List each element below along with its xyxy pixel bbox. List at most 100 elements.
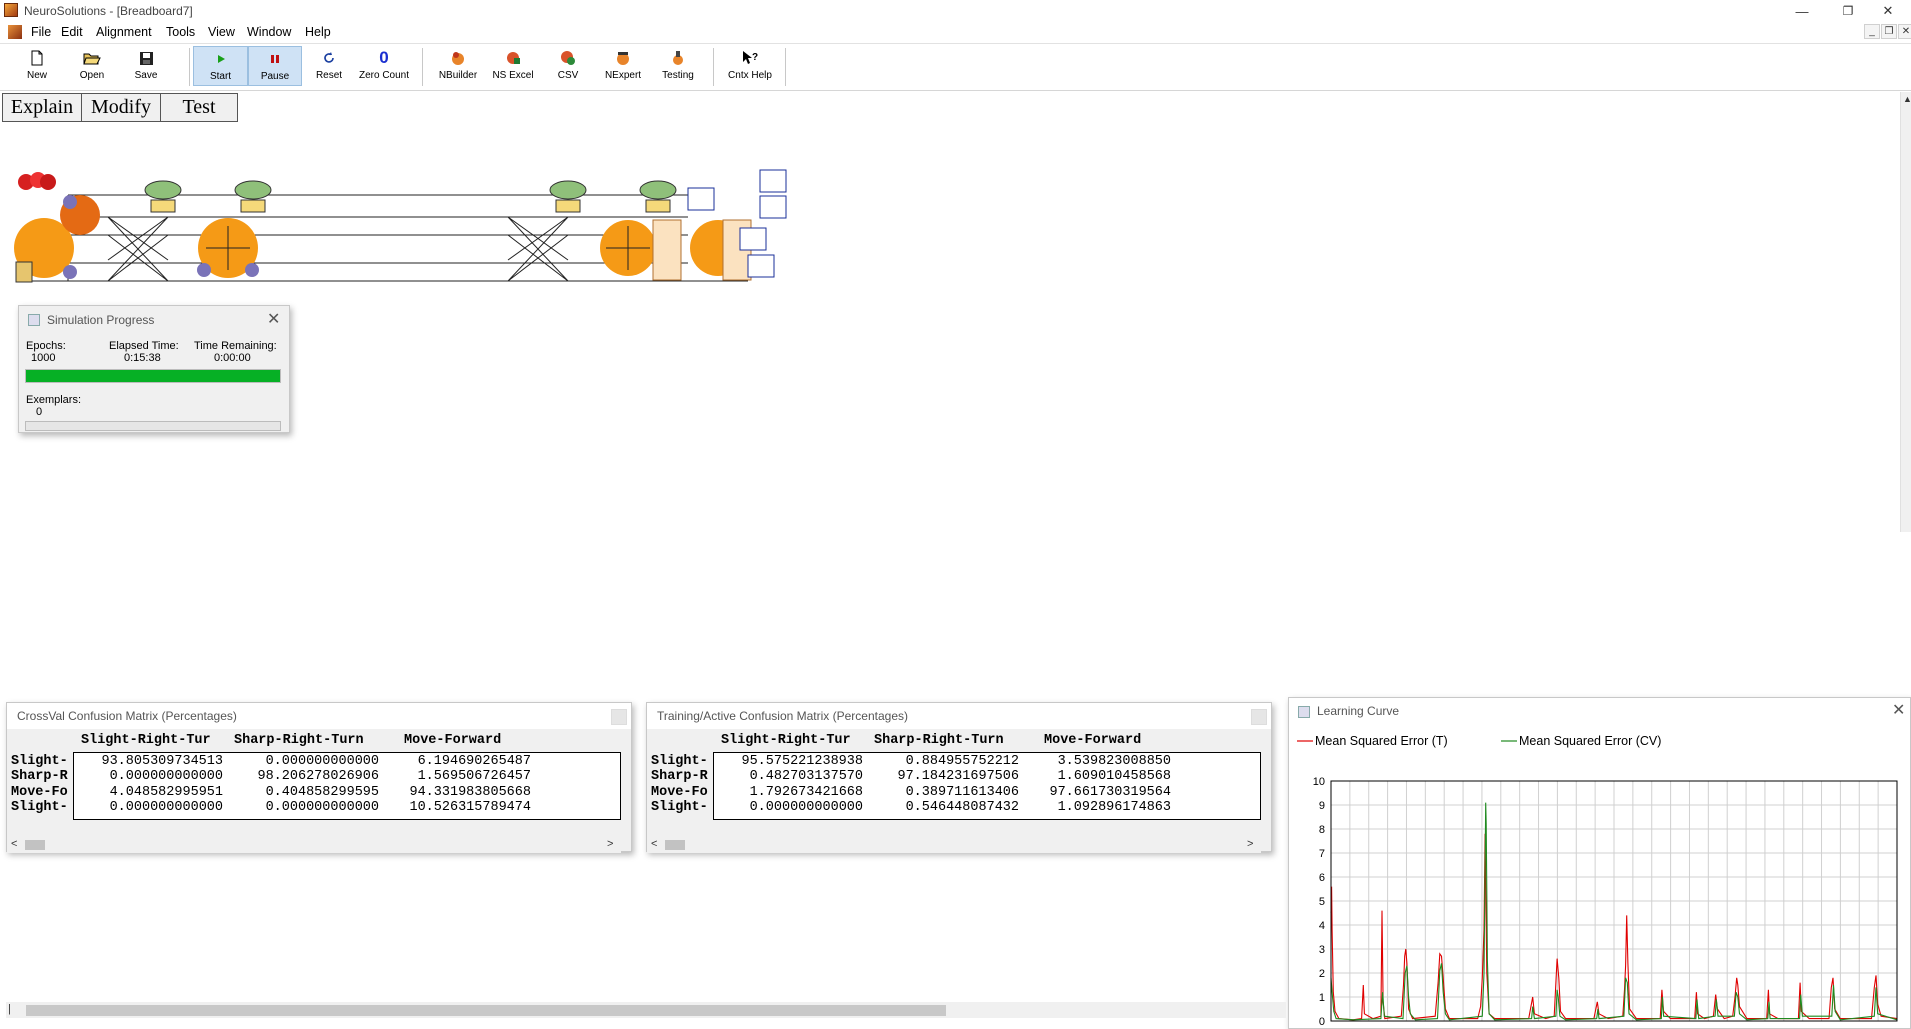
crossval-header-1: Slight-Right-Tur <box>81 733 211 748</box>
start-button[interactable]: Start <box>193 46 248 86</box>
context-help-icon: ? <box>741 49 759 67</box>
x-tick-label: 421 <box>1560 1027 1578 1028</box>
epochs-value: 1000 <box>31 352 56 364</box>
open-folder-icon <box>83 49 101 67</box>
document-icon[interactable] <box>8 25 22 39</box>
training-hscroll[interactable]: < > <box>647 837 1261 853</box>
remaining-value: 0:00:00 <box>214 352 251 364</box>
x-tick-label: 181 <box>1424 1027 1442 1028</box>
crossval-row-label: Move-Fo <box>11 785 68 800</box>
menu-view[interactable]: View <box>208 25 235 39</box>
training-title: Training/Active Confusion Matrix (Percen… <box>657 709 908 723</box>
hidden-axon-2-icon[interactable] <box>549 180 682 281</box>
vertical-scrollbar[interactable]: ▲ <box>1900 92 1911 532</box>
toolbar: New Open Save Start Pause Reset 0 Zero C… <box>0 43 1911 91</box>
crossval-cell: 10.526315789474 <box>409 800 531 815</box>
cntx-help-button[interactable]: ? Cntx Help <box>722 46 778 86</box>
x-tick-label: 661 <box>1696 1027 1714 1028</box>
reset-label: Reset <box>315 70 343 81</box>
crossval-close-button[interactable] <box>611 709 627 725</box>
training-header-3: Move-Forward <box>1044 733 1142 748</box>
scroll-left-icon[interactable]: < <box>11 838 17 850</box>
testing-icon <box>670 49 686 67</box>
y-tick-label: 3 <box>1319 944 1325 956</box>
close-icon[interactable]: ✕ <box>267 309 280 329</box>
x-tick-label: 241 <box>1458 1027 1476 1028</box>
legend-label: Mean Squared Error (CV) <box>1519 734 1661 748</box>
y-tick-label: 10 <box>1313 776 1325 788</box>
scroll-thumb[interactable] <box>665 840 685 850</box>
close-button[interactable]: ✕ <box>1865 0 1911 22</box>
exemplars-value: 0 <box>36 406 43 418</box>
main-hscroll[interactable]: | <box>6 1002 1286 1018</box>
x-tick-label: 541 <box>1628 1027 1646 1028</box>
scroll-left-icon[interactable]: | <box>8 1003 11 1015</box>
tab-explain[interactable]: Explain <box>2 93 82 122</box>
tab-test[interactable]: Test <box>160 93 238 122</box>
save-button[interactable]: Save <box>124 46 168 86</box>
crossval-hscroll[interactable]: < > <box>7 837 621 853</box>
new-button[interactable]: New <box>15 46 59 86</box>
training-row-label: Move-Fo <box>651 785 708 800</box>
mdi-close-button[interactable]: ✕ <box>1898 24 1911 39</box>
minimize-button[interactable]: — <box>1779 0 1825 22</box>
reset-icon <box>322 49 336 67</box>
scroll-up-icon[interactable]: ▲ <box>1903 94 1911 104</box>
pause-button[interactable]: Pause <box>248 46 302 86</box>
menu-help[interactable]: Help <box>305 25 331 39</box>
toolbar-separator <box>189 48 190 86</box>
new-label: New <box>26 70 47 81</box>
menu-window[interactable]: Window <box>247 25 291 39</box>
cntx-help-label: Cntx Help <box>728 70 772 81</box>
nbuilder-icon <box>450 49 466 67</box>
scroll-thumb[interactable] <box>25 840 45 850</box>
x-tick-label: 961 <box>1866 1027 1884 1028</box>
scroll-thumb[interactable] <box>26 1005 946 1016</box>
output-axon-icon[interactable] <box>687 169 787 281</box>
menu-edit[interactable]: Edit <box>61 25 83 39</box>
zero-count-button[interactable]: 0 Zero Count <box>356 46 412 86</box>
x-tick-label: 361 <box>1526 1027 1544 1028</box>
training-row-label: Slight- <box>651 800 708 815</box>
legend-label: Mean Squared Error (T) <box>1315 734 1448 748</box>
y-tick-label: 0 <box>1319 1016 1325 1028</box>
close-icon[interactable]: ✕ <box>1892 700 1905 720</box>
x-tick-label: 721 <box>1730 1027 1748 1028</box>
open-button[interactable]: Open <box>70 46 114 86</box>
start-label: Start <box>209 71 232 82</box>
input-axon-icon[interactable] <box>14 172 100 283</box>
x-tick-label: 301 <box>1492 1027 1510 1028</box>
mdi-restore-button[interactable]: ❐ <box>1881 24 1897 39</box>
testing-button[interactable]: Testing <box>654 46 702 86</box>
crossval-cell: 93.805309734513 <box>101 754 223 769</box>
play-icon <box>216 50 226 68</box>
new-file-icon <box>30 49 44 67</box>
training-cell: 97.184231697506 <box>897 769 1019 784</box>
crossval-header-3: Move-Forward <box>404 733 502 748</box>
scroll-left-icon[interactable]: < <box>651 838 657 850</box>
nbuilder-button[interactable]: NBuilder <box>432 46 484 86</box>
learning-curve-chart: 0123456789101611211812413013614214815416… <box>1297 734 1898 1028</box>
nexpert-button[interactable]: NExpert <box>598 46 648 86</box>
training-cell: 95.575221238938 <box>741 754 863 769</box>
x-tick-label: 481 <box>1594 1027 1612 1028</box>
breadboard-network[interactable] <box>8 160 798 290</box>
scroll-right-icon[interactable]: > <box>1247 838 1253 850</box>
mdi-minimize-button[interactable]: _ <box>1864 24 1880 39</box>
crossval-cell: 98.206278026906 <box>257 769 379 784</box>
learning-curve-title: Learning Curve <box>1317 704 1400 718</box>
training-matrix-window: Training/Active Confusion Matrix (Percen… <box>646 702 1272 853</box>
window-icon <box>28 314 40 326</box>
menu-alignment[interactable]: Alignment <box>96 25 152 39</box>
reset-button[interactable]: Reset <box>309 46 349 86</box>
floppy-disk-icon <box>139 49 154 67</box>
menu-tools[interactable]: Tools <box>166 25 195 39</box>
csv-button[interactable]: CSV <box>544 46 592 86</box>
crossval-header-2: Sharp-Right-Turn <box>234 733 364 748</box>
ns-excel-button[interactable]: NS Excel <box>487 46 539 86</box>
tab-modify[interactable]: Modify <box>81 93 161 122</box>
training-close-button[interactable] <box>1251 709 1267 725</box>
scroll-right-icon[interactable]: > <box>607 838 613 850</box>
y-tick-label: 8 <box>1319 824 1325 836</box>
menu-file[interactable]: File <box>31 25 51 39</box>
